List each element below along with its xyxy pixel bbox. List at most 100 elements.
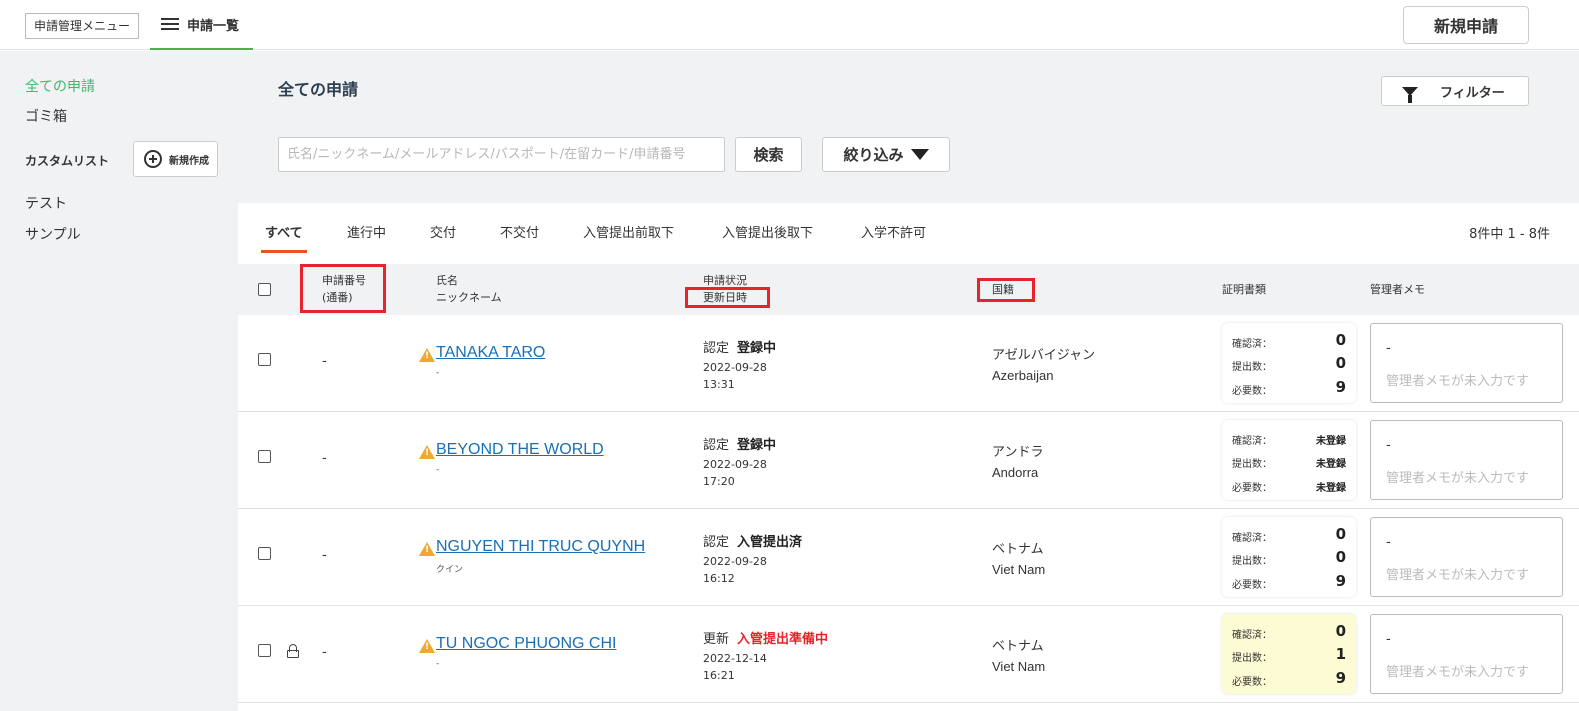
search-input[interactable] <box>278 137 725 172</box>
status-type: 認定 <box>703 341 730 356</box>
nationality-en: Viet Nam <box>992 562 1046 577</box>
warning-icon <box>419 639 435 653</box>
memo-value: - <box>1386 632 1391 647</box>
header-app-number: 申請番号 (通番) <box>322 272 366 306</box>
nationality-cell: ベトナム Viet Nam <box>992 635 1045 677</box>
status-cell: 認定 入管提出済 2022-09-28 16:12 <box>703 531 803 585</box>
updated-date: 2022-09-28 <box>703 555 767 568</box>
status-cell: 認定 登録中 2022-09-28 13:31 <box>703 337 776 391</box>
row-checkbox[interactable] <box>258 644 271 657</box>
page-title: 全ての申請 <box>278 80 359 99</box>
nationality-ja: ベトナム <box>992 638 1044 653</box>
admin-memo-box[interactable]: - 管理者メモが未入力です <box>1370 614 1563 694</box>
updated-time: 16:12 <box>703 572 735 585</box>
updated-date: 2022-09-28 <box>703 361 767 374</box>
submitted-count: 1 <box>1335 645 1346 663</box>
new-custom-list-button[interactable]: 新規作成 <box>133 141 218 177</box>
nickname: - <box>436 368 440 378</box>
required-count: 9 <box>1335 572 1346 590</box>
tab-in-progress[interactable]: 進行中 <box>347 222 386 250</box>
memo-value: - <box>1386 535 1391 550</box>
app-number: - <box>322 548 327 563</box>
submitted-label: 提出数： <box>1232 556 1272 567</box>
sidebar-item-trash[interactable]: ゴミ箱 <box>25 106 67 126</box>
updated-time: 16:21 <box>703 669 735 682</box>
nationality-ja: ベトナム <box>992 541 1044 556</box>
list-icon <box>161 18 179 30</box>
tab-issued[interactable]: 交付 <box>430 222 456 250</box>
tab-admission-denied[interactable]: 入学不許可 <box>861 222 926 250</box>
sidebar-item-all-applications[interactable]: 全ての申請 <box>25 76 95 96</box>
updated-date: 2022-12-14 <box>703 652 767 665</box>
applicant-name-link[interactable]: TU NGOC PHUONG CHI <box>436 635 616 653</box>
applicant-name-link[interactable]: NGUYEN THI TRUC QUYNH <box>436 538 645 556</box>
caret-down-icon <box>910 149 929 160</box>
app-number: - <box>322 645 327 660</box>
row-checkbox[interactable] <box>258 547 271 560</box>
submitted-count: 0 <box>1335 548 1346 566</box>
confirmed-label: 確認済： <box>1232 630 1272 641</box>
nationality-en: Viet Nam <box>992 659 1046 674</box>
updated-time: 13:31 <box>703 378 735 391</box>
updated-time: 17:20 <box>703 475 735 488</box>
new-application-button[interactable]: 新規申請 <box>1403 6 1529 44</box>
nickname: クイン <box>436 565 464 575</box>
memo-value: - <box>1386 438 1391 453</box>
memo-placeholder: 管理者メモが未入力です <box>1386 568 1530 583</box>
status-type: 更新 <box>703 632 730 647</box>
documents-box: 確認済： 0 提出数： 0 必要数： 9 <box>1222 323 1356 403</box>
nationality-cell: アンドラ Andorra <box>992 441 1043 483</box>
sidebar-item-test[interactable]: テスト <box>25 193 67 213</box>
header-app-number-label: 申請番号 <box>322 274 366 287</box>
applicant-name-link[interactable]: BEYOND THE WORLD <box>436 441 604 459</box>
applicant-name-link[interactable]: TANAKA TARO <box>436 344 545 362</box>
table-row: - TU NGOC PHUONG CHI - 更新入管提出準備中 2022-12… <box>238 606 1579 703</box>
top-bar: 申請管理メニュー 申請一覧 新規申請 <box>0 0 1579 50</box>
documents-box: 確認済： 0 提出数： 0 必要数： 9 <box>1222 517 1356 597</box>
warning-icon <box>419 445 435 459</box>
admin-memo-box[interactable]: - 管理者メモが未入力です <box>1370 420 1563 500</box>
required-label: 必要数： <box>1232 483 1272 494</box>
header-nickname-label: ニックネーム <box>436 291 502 304</box>
memo-placeholder: 管理者メモが未入力です <box>1386 471 1530 486</box>
app-number: - <box>322 354 327 369</box>
admin-memo-box[interactable]: - 管理者メモが未入力です <box>1370 323 1563 403</box>
funnel-icon <box>1402 86 1418 103</box>
row-checkbox[interactable] <box>258 353 271 366</box>
required-label: 必要数： <box>1232 386 1272 397</box>
table-row: - NGUYEN THI TRUC QUYNH クイン 認定入管提出済 2022… <box>238 509 1579 606</box>
tab-application-list-label: 申請一覧 <box>187 18 240 34</box>
admin-memo-box[interactable]: - 管理者メモが未入力です <box>1370 517 1563 597</box>
custom-list-heading: カスタムリスト <box>25 154 110 168</box>
status-cell: 更新 入管提出準備中 2022-12-14 16:21 <box>703 628 828 682</box>
nickname: - <box>436 465 440 475</box>
required-label: 必要数： <box>1232 677 1272 688</box>
nationality-ja: アンドラ <box>992 444 1044 459</box>
header-name: 氏名 ニックネーム <box>436 272 502 306</box>
status-value: 入管提出済 <box>737 535 803 550</box>
status-value: 登録中 <box>737 438 777 453</box>
narrow-down-label: 絞り込み <box>843 146 904 164</box>
search-button[interactable]: 検索 <box>735 137 802 172</box>
required-label: 必要数： <box>1232 580 1272 591</box>
table-row: - BEYOND THE WORLD - 認定登録中 2022-09-28 17… <box>238 412 1579 509</box>
application-menu-button[interactable]: 申請管理メニュー <box>25 13 140 39</box>
result-count: 8件中 1 - 8件 <box>1469 227 1550 242</box>
row-checkbox[interactable] <box>258 450 271 463</box>
tab-not-issued[interactable]: 不交付 <box>500 222 539 250</box>
nationality-en: Andorra <box>992 465 1039 480</box>
tab-withdrawn-after-submission[interactable]: 入管提出後取下 <box>722 222 813 250</box>
tab-all[interactable]: すべて <box>261 222 307 253</box>
tab-application-list[interactable]: 申請一覧 <box>150 0 253 50</box>
sidebar-item-sample[interactable]: サンプル <box>25 224 81 244</box>
select-all-checkbox[interactable] <box>258 283 271 296</box>
lock-icon <box>287 644 299 658</box>
documents-box: 確認済： 未登録 提出数： 未登録 必要数： 未登録 <box>1222 420 1356 500</box>
nationality-ja: アゼルバイジャン <box>992 347 1096 362</box>
submitted-label: 提出数： <box>1232 362 1272 373</box>
documents-box: 確認済： 0 提出数： 1 必要数： 9 <box>1222 614 1356 694</box>
tab-withdrawn-before-submission[interactable]: 入管提出前取下 <box>583 222 674 250</box>
narrow-down-button[interactable]: 絞り込み <box>822 137 950 172</box>
warning-icon <box>419 542 435 556</box>
filter-button[interactable]: フィルター <box>1381 76 1529 106</box>
